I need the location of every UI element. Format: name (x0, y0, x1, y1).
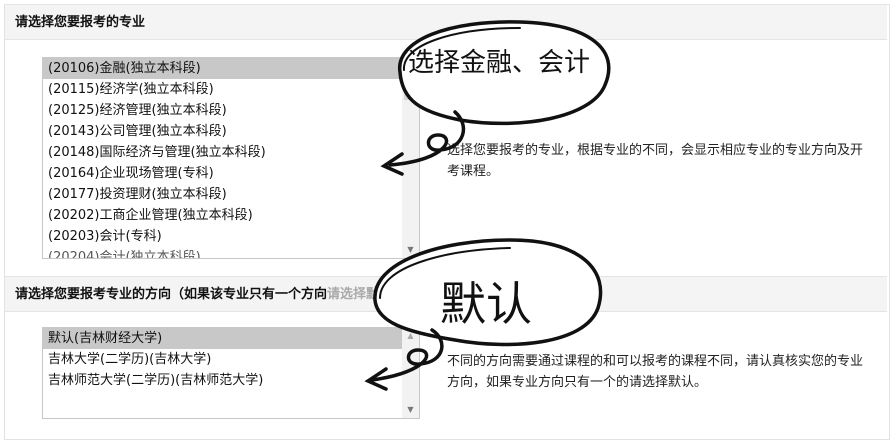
major-option[interactable]: (20125)经济管理(独立本科段) (43, 100, 419, 121)
triangle-up-icon[interactable]: ▲ (402, 328, 419, 344)
direction-option[interactable]: 吉林大学(二学历)(吉林大学) (43, 349, 419, 370)
major-option[interactable]: (20106)金融(独立本科段) (43, 58, 419, 79)
major-option[interactable]: (20203)会计(专科) (43, 226, 419, 247)
triangle-down-icon[interactable]: ▼ (402, 402, 419, 418)
direction-section-title: 请选择您要报考专业的方向（如果该专业只有一个方向 (15, 287, 328, 302)
major-option[interactable]: (20202)工商企业管理(独立本科段) (43, 205, 419, 226)
callout-text-2: 默认 (440, 277, 532, 331)
major-select-list[interactable]: (20106)金融(独立本科段) (20115)经济学(独立本科段) (2012… (42, 57, 420, 259)
direction-select-list[interactable]: 默认(吉林财经大学) 吉林大学(二学历)(吉林大学) 吉林师范大学(二学历)(吉… (42, 327, 420, 419)
major-option[interactable]: (20177)投资理财(独立本科段) (43, 184, 419, 205)
triangle-down-icon[interactable]: ▼ (402, 242, 419, 258)
callout-text-1: 选择金融、会计 (408, 48, 591, 78)
major-option[interactable]: (20204)会计(独立本科段) (43, 247, 419, 258)
direction-option[interactable]: 吉林师范大学(二学历)(吉林师范大学) (43, 370, 419, 391)
direction-list-scrollbar[interactable]: ▲ ▼ (402, 328, 419, 418)
major-option[interactable]: (20148)国际经济与管理(独立本科段) (43, 142, 419, 163)
direction-instructions: 不同的方向需要通过课程的和可以报考的课程不同，请认真核实您的专业方向，如果专业方… (447, 354, 864, 390)
major-option[interactable]: (20143)公司管理(独立本科段) (43, 121, 419, 142)
major-option[interactable]: (20164)企业现场管理(专科) (43, 163, 419, 184)
major-option[interactable]: (20115)经济学(独立本科段) (43, 79, 419, 100)
major-list-scrollbar[interactable]: ▲ ▼ (402, 58, 419, 258)
major-section-title: 请选择您要报考的专业 (15, 15, 146, 30)
scrollbar-thumb[interactable] (404, 80, 417, 100)
major-section-header: 请选择您要报考的专业 (5, 4, 887, 40)
major-instructions: 选择您要报考的专业，根据专业的不同，会显示相应专业的专业方向及开考课程。 (447, 143, 864, 179)
direction-option[interactable]: 默认(吉林财经大学) (43, 328, 419, 349)
direction-section-title-tail: 请选择默认） (327, 287, 406, 302)
